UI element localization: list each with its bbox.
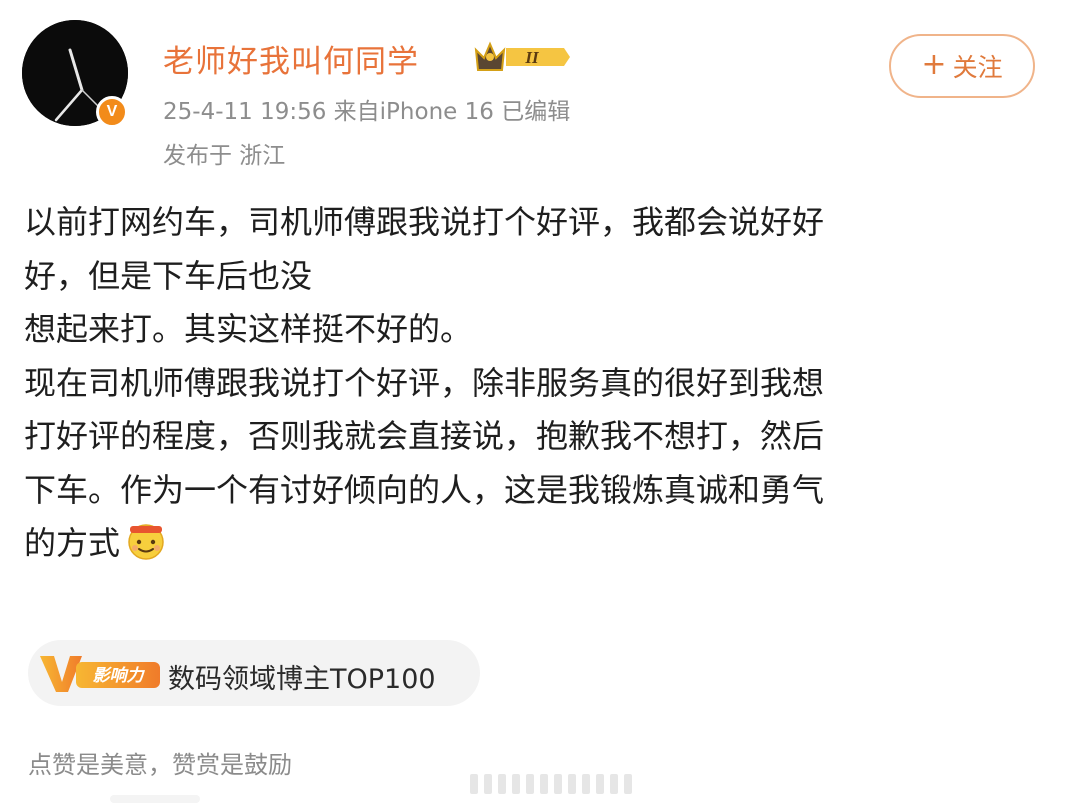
watermark-dots-icon bbox=[470, 774, 632, 794]
post-line-last: 的方式 bbox=[24, 517, 1034, 571]
cheer-face-emoji-icon bbox=[128, 524, 164, 560]
post-line: 好，但是下车后也没 bbox=[24, 256, 313, 295]
post-location: 发布于 浙江 bbox=[163, 143, 286, 169]
crown-level-icon: II bbox=[474, 41, 570, 71]
post-line: 下车。作为一个有讨好倾向的人，这是我锻炼真诚和勇气 bbox=[24, 470, 825, 509]
post-body: 以前打网约车，司机师傅跟我说打个好评，我都会说好好 好，但是下车后也没 想起来打… bbox=[24, 196, 1034, 571]
reward-hint: 点赞是美意，赞赏是鼓励 bbox=[28, 751, 292, 779]
plus-icon: + bbox=[921, 46, 947, 82]
post-line: 想起来打。其实这样挺不好的。 bbox=[24, 310, 473, 348]
post-line: 的方式 bbox=[24, 524, 121, 562]
verified-badge-icon: V bbox=[96, 96, 128, 128]
influence-label[interactable]: 数码领域博主TOP100 bbox=[168, 657, 436, 696]
influence-v-icon: 影响力 bbox=[40, 656, 160, 692]
post-line: 以前打网约车，司机师傅跟我说打个好评，我都会说好好 bbox=[24, 203, 825, 241]
follow-button[interactable]: + 关注 bbox=[889, 34, 1035, 98]
level-badge-text: II bbox=[524, 48, 540, 67]
bottom-divider bbox=[110, 795, 200, 803]
post-meta: 25-4-11 19:56 来自iPhone 16 已编辑 bbox=[163, 99, 571, 125]
post-line: 打好评的程度，否则我就会直接说，抱歉我不想打，然后 bbox=[24, 417, 825, 455]
username[interactable]: 老师好我叫何同学 bbox=[163, 36, 419, 81]
influence-badge-text: 影响力 bbox=[93, 666, 146, 686]
follow-label: 关注 bbox=[952, 53, 1003, 82]
post-line: 现在司机师傅跟我说打个好评，除非服务真的很好到我想 bbox=[24, 363, 825, 402]
